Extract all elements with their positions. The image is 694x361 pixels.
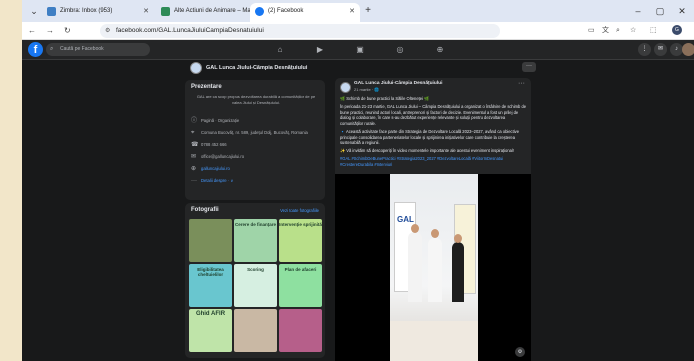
home-icon[interactable]: ⌂ [274,44,286,56]
intro-title: Prezentare [191,84,222,90]
tab-bar: ⌄ Zimbra: Inbox (953) ✕ Alte Actiuni de … [22,0,694,22]
translate-icon[interactable]: 文 [602,25,609,37]
person-figure [428,238,442,302]
groups-icon[interactable]: ◎ [394,44,406,56]
intro-row-email[interactable]: ✉ office@galluncajiului.ro [191,152,321,162]
page-avatar[interactable] [190,62,202,74]
marketplace-icon[interactable]: ▣ [354,44,366,56]
post-paragraph: În perioada 21-23 martie, GAL Lunca Jiul… [340,104,526,126]
intro-description: GAL are ca scop propus dezvoltarea durab… [196,94,316,105]
person-figure [452,242,464,302]
post-paragraph: 🔹 Această activitate face parte din Stra… [340,129,519,146]
bookmark-star-icon[interactable]: ☆ [630,25,636,37]
photo-tile[interactable]: Scoring [234,264,277,307]
profile-avatar[interactable]: G [672,25,682,35]
search-placeholder: Caută pe Facebook [60,46,104,52]
video-icon[interactable]: ▶ [314,44,326,56]
email-icon: ✉ [191,154,197,160]
tab-title: (2) Facebook [268,8,304,14]
person-head [454,234,462,243]
video-frame[interactable]: GAL [390,174,478,361]
messenger-icon[interactable]: ✉ [654,43,667,56]
intro-row-website[interactable]: ⊕ galluncajiului.ro [191,164,321,174]
intro-row-more[interactable]: ··· Detalii despre · ∨ [191,176,321,186]
photo-tile[interactable]: Plan de afaceri [279,264,322,307]
intro-row-phone: ☎ 0788 452 666 [191,142,227,148]
site-info-icon[interactable]: ⚙ [105,24,110,38]
post-paragraph: ✨ Vă invităm să descoperiți în video mom… [340,148,514,153]
post-card: GAL Lunca Jiului-Câmpia Desnățuiului 21 … [335,78,531,361]
facebook-header: f ⌕ Caută pe Facebook ⌂ ▶ ▣ ◎ ⊕ ⋮ ✉ ♪ [22,40,694,60]
post-paragraph: 🌿 Schimb de bune practici la Sălile Olte… [340,96,430,101]
browser-window: ⌄ Zimbra: Inbox (953) ✕ Alte Actiuni de … [22,0,694,361]
post-hashtags[interactable]: #GAL #SchimbDeBunePractici #Strategia202… [340,156,526,167]
reload-icon[interactable]: ↻ [64,25,71,37]
intro-row-address: ⌖ Comuna Bucovăț, nr. 589, județul Dolj, … [191,130,308,136]
page-name[interactable]: GAL Lunca Jiului-Câmpia Desnățuiului [206,62,307,74]
forward-icon[interactable]: → [46,25,54,37]
menu-grid-icon[interactable]: ⋮ [638,43,651,56]
post-options-icon[interactable]: ··· [518,80,525,87]
location-icon: ⌖ [191,130,195,136]
photo-tile[interactable] [189,219,232,262]
facebook-search-input[interactable]: ⌕ Caută pe Facebook [46,43,150,56]
tab-facebook[interactable]: (2) Facebook ✕ [250,3,360,22]
tab-title: Alte Actiuni de Animare – Mara [174,8,257,14]
photo-tile[interactable]: Cerere de finanțare [234,219,277,262]
photo-tile[interactable]: Eligibilitatea cheltuielilor [189,264,232,307]
gaming-icon[interactable]: ⊕ [434,44,446,56]
close-tab-icon[interactable]: ✕ [349,3,355,20]
account-avatar[interactable] [682,43,694,56]
close-tab-icon[interactable]: ✕ [143,3,149,20]
page-name-strip: GAL Lunca Jiului-Câmpia Desnățuiului ··· [22,60,694,76]
info-icon: ⓘ [191,118,198,124]
photos-card: Fotografii Vezi toate fotografiile Cerer… [185,203,325,358]
person-head [431,229,439,238]
search-icon: ⌕ [50,46,54,52]
person-figure [408,232,422,302]
photo-tile[interactable] [279,309,322,352]
phone-icon: ☎ [191,142,199,148]
photos-title: Fotografii [191,207,219,213]
intro-card: Prezentare GAL are ca scop propus dezvol… [185,80,325,200]
close-window-icon[interactable]: ✕ [676,5,688,17]
zimbra-favicon-icon [47,7,56,16]
settings-badge-icon[interactable]: ⚙ [515,347,525,357]
maximize-icon[interactable]: ▢ [654,5,666,17]
minimize-icon[interactable]: – [632,5,644,17]
facebook-logo-icon[interactable]: f [28,42,43,57]
post-timestamp[interactable]: 21 martie · 🌐 [354,87,379,92]
photo-tile[interactable]: Ghid AFIR [189,309,232,352]
back-icon[interactable]: ← [28,25,36,37]
more-options-button[interactable]: ··· [522,62,536,72]
url-field[interactable]: ⚙ facebook.com/GAL.LuncaJiuluiCampiaDesn… [100,24,500,38]
table-shape [390,321,478,361]
extensions-icon[interactable]: ⬚ [650,25,657,37]
tab-zimbra[interactable]: Zimbra: Inbox (953) ✕ [42,3,154,22]
photo-tile[interactable] [234,309,277,352]
url-text: facebook.com/GAL.LuncaJiuluiCampiaDesnat… [116,27,264,34]
facebook-favicon-icon [255,7,264,16]
web-icon: ⊕ [191,166,197,172]
tab-title: Zimbra: Inbox (953) [60,8,113,14]
post-author-avatar[interactable] [340,82,351,93]
person-head [411,224,419,233]
see-all-photos-link[interactable]: Vezi toate fotografiile [280,208,319,213]
tab-menu-icon[interactable]: ⌄ [28,5,40,17]
new-tab-button[interactable]: + [362,5,374,17]
post-author-name[interactable]: GAL Lunca Jiului-Câmpia Desnățuiului [354,81,442,86]
photo-tile[interactable]: Intervenție sprijinită [279,219,322,262]
more-icon: ··· [191,178,197,184]
install-app-icon[interactable]: ▭ [588,25,595,37]
intro-row-category: ⓘ Pagină · Organizație [191,118,240,124]
page-favicon-icon [161,7,170,16]
zoom-icon[interactable]: ⌕ [616,25,620,37]
address-bar-row: ← → ↻ ⚙ facebook.com/GAL.LuncaJiuluiCamp… [22,22,694,40]
post-video[interactable]: GAL ⚙ [335,174,531,361]
